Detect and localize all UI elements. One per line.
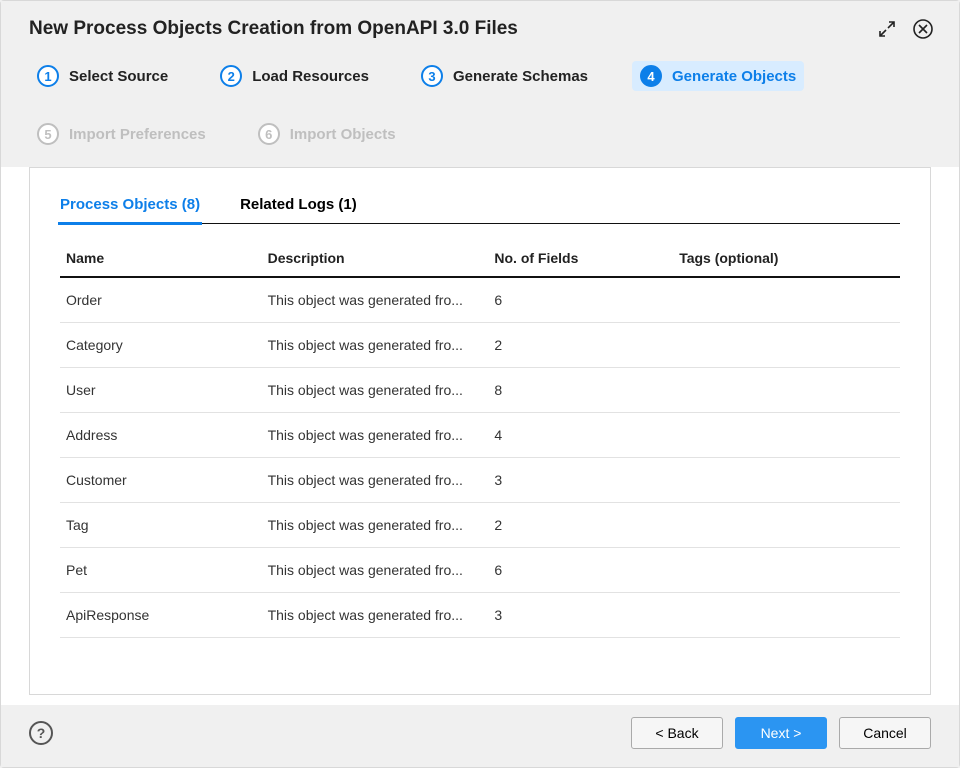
cell-name: Customer <box>60 458 262 503</box>
step-label: Import Preferences <box>69 126 206 143</box>
cell-fields: 6 <box>488 548 673 593</box>
cell-description: This object was generated fro... <box>262 503 489 548</box>
cell-description: This object was generated fro... <box>262 413 489 458</box>
cell-description: This object was generated fro... <box>262 368 489 413</box>
cell-description: This object was generated fro... <box>262 323 489 368</box>
step-number-badge: 6 <box>258 123 280 145</box>
column-header-description[interactable]: Description <box>262 240 489 277</box>
dialog-footer: ? < Back Next > Cancel <box>1 705 959 767</box>
step-import-preferences: 5 Import Preferences <box>29 119 214 149</box>
cell-name: Address <box>60 413 262 458</box>
cell-tags <box>673 413 900 458</box>
table-row[interactable]: ApiResponseThis object was generated fro… <box>60 593 900 638</box>
cell-tags <box>673 368 900 413</box>
dialog-title: New Process Objects Creation from OpenAP… <box>29 18 875 40</box>
dialog-header: New Process Objects Creation from OpenAP… <box>1 1 959 51</box>
step-generate-objects[interactable]: 4 Generate Objects <box>632 61 804 91</box>
cell-name: User <box>60 368 262 413</box>
cell-name: Pet <box>60 548 262 593</box>
table-row[interactable]: CustomerThis object was generated fro...… <box>60 458 900 503</box>
tab-process-objects[interactable]: Process Objects (8) <box>60 190 200 223</box>
cell-fields: 6 <box>488 277 673 323</box>
cell-fields: 2 <box>488 323 673 368</box>
cell-fields: 3 <box>488 458 673 503</box>
step-label: Select Source <box>69 68 168 85</box>
cell-name: Category <box>60 323 262 368</box>
close-icon[interactable] <box>911 17 935 41</box>
column-header-fields[interactable]: No. of Fields <box>488 240 673 277</box>
cell-fields: 2 <box>488 503 673 548</box>
content-panel: Process Objects (8) Related Logs (1) Nam… <box>29 167 931 695</box>
step-label: Generate Objects <box>672 68 796 85</box>
cell-name: Tag <box>60 503 262 548</box>
cell-tags <box>673 458 900 503</box>
step-number-badge: 2 <box>220 65 242 87</box>
objects-table-wrap[interactable]: Name Description No. of Fields Tags (opt… <box>60 240 900 684</box>
step-generate-schemas[interactable]: 3 Generate Schemas <box>413 61 596 91</box>
table-header-row: Name Description No. of Fields Tags (opt… <box>60 240 900 277</box>
cell-tags <box>673 593 900 638</box>
cell-tags <box>673 277 900 323</box>
step-number-badge: 1 <box>37 65 59 87</box>
objects-table: Name Description No. of Fields Tags (opt… <box>60 240 900 638</box>
table-row[interactable]: UserThis object was generated fro...8 <box>60 368 900 413</box>
table-row[interactable]: OrderThis object was generated fro...6 <box>60 277 900 323</box>
step-label: Generate Schemas <box>453 68 588 85</box>
cell-description: This object was generated fro... <box>262 548 489 593</box>
cell-tags <box>673 548 900 593</box>
table-row[interactable]: TagThis object was generated fro...2 <box>60 503 900 548</box>
tab-related-logs[interactable]: Related Logs (1) <box>240 190 357 223</box>
step-select-source[interactable]: 1 Select Source <box>29 61 176 91</box>
cell-description: This object was generated fro... <box>262 458 489 503</box>
cancel-button[interactable]: Cancel <box>839 717 931 749</box>
cell-tags <box>673 323 900 368</box>
cell-name: ApiResponse <box>60 593 262 638</box>
cell-description: This object was generated fro... <box>262 277 489 323</box>
column-header-name[interactable]: Name <box>60 240 262 277</box>
table-row[interactable]: PetThis object was generated fro...6 <box>60 548 900 593</box>
header-icon-group <box>875 17 935 41</box>
tab-bar: Process Objects (8) Related Logs (1) <box>60 190 900 224</box>
expand-icon[interactable] <box>875 17 899 41</box>
wizard-stepper: 1 Select Source 2 Load Resources 3 Generate S… <box>1 51 959 167</box>
step-number-badge: 4 <box>640 65 662 87</box>
cell-fields: 8 <box>488 368 673 413</box>
table-row[interactable]: AddressThis object was generated fro...4 <box>60 413 900 458</box>
cell-description: This object was generated fro... <box>262 593 489 638</box>
help-icon[interactable]: ? <box>29 721 53 745</box>
wizard-dialog: New Process Objects Creation from OpenAP… <box>0 0 960 768</box>
table-row[interactable]: CategoryThis object was generated fro...… <box>60 323 900 368</box>
cell-name: Order <box>60 277 262 323</box>
step-number-badge: 5 <box>37 123 59 145</box>
step-import-objects: 6 Import Objects <box>250 119 404 149</box>
cell-fields: 3 <box>488 593 673 638</box>
cell-fields: 4 <box>488 413 673 458</box>
step-label: Import Objects <box>290 126 396 143</box>
back-button[interactable]: < Back <box>631 717 723 749</box>
column-header-tags[interactable]: Tags (optional) <box>673 240 900 277</box>
step-load-resources[interactable]: 2 Load Resources <box>212 61 377 91</box>
step-label: Load Resources <box>252 68 369 85</box>
step-number-badge: 3 <box>421 65 443 87</box>
cell-tags <box>673 503 900 548</box>
next-button[interactable]: Next > <box>735 717 827 749</box>
